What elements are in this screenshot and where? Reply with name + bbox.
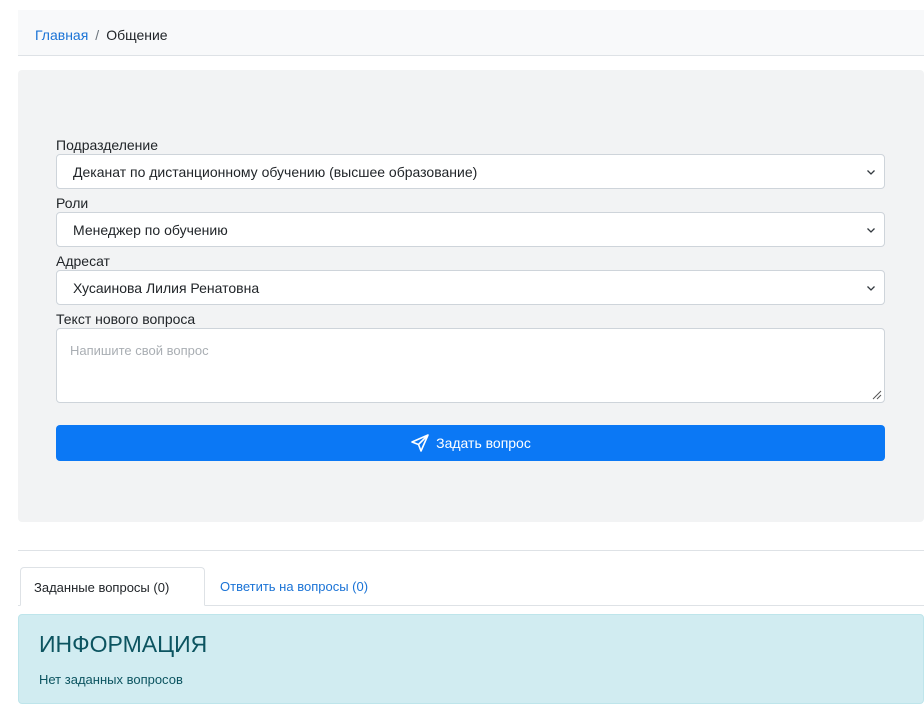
role-value: Менеджер по обучению bbox=[73, 222, 228, 238]
department-value: Деканат по дистанционному обучению (высш… bbox=[73, 164, 478, 180]
tab-answer-questions[interactable]: Ответить на вопросы (0) bbox=[220, 567, 368, 606]
chevron-down-icon bbox=[867, 170, 875, 175]
paper-plane-icon bbox=[411, 434, 429, 452]
submit-label: Задать вопрос bbox=[436, 435, 531, 451]
tab-asked-questions[interactable]: Заданные вопросы (0) bbox=[20, 567, 205, 606]
breadcrumb-separator: / bbox=[95, 27, 100, 43]
recipient-select[interactable]: Хусаинова Лилия Ренатовна bbox=[56, 270, 885, 305]
chevron-down-icon bbox=[867, 228, 875, 233]
role-select[interactable]: Менеджер по обучению bbox=[56, 212, 885, 247]
info-text: Нет заданных вопросов bbox=[39, 672, 183, 687]
recipient-value: Хусаинова Лилия Ренатовна bbox=[73, 280, 260, 296]
questions-tabs: Заданные вопросы (0) Ответить на вопросы… bbox=[18, 567, 924, 606]
breadcrumb-home-link[interactable]: Главная bbox=[35, 27, 88, 43]
question-label: Текст нового вопроса bbox=[56, 311, 196, 327]
section-divider bbox=[18, 550, 924, 551]
department-label: Подразделение bbox=[56, 137, 159, 153]
info-alert: ИНФОРМАЦИЯ Нет заданных вопросов bbox=[18, 614, 924, 704]
role-label: Роли bbox=[56, 195, 89, 211]
chevron-down-icon bbox=[867, 286, 875, 291]
department-select[interactable]: Деканат по дистанционному обучению (высш… bbox=[56, 154, 885, 189]
info-title: ИНФОРМАЦИЯ bbox=[39, 631, 208, 657]
breadcrumb-bar: Главная / Общение bbox=[18, 10, 924, 56]
resize-grip-icon[interactable] bbox=[871, 389, 882, 400]
recipient-label: Адресат bbox=[56, 253, 110, 269]
submit-question-button[interactable]: Задать вопрос bbox=[56, 425, 885, 461]
breadcrumb-current: Общение bbox=[106, 27, 168, 43]
question-placeholder: Напишите свой вопрос bbox=[70, 343, 209, 358]
breadcrumb: Главная / Общение bbox=[35, 27, 168, 43]
question-textarea[interactable]: Напишите свой вопрос bbox=[56, 328, 885, 403]
